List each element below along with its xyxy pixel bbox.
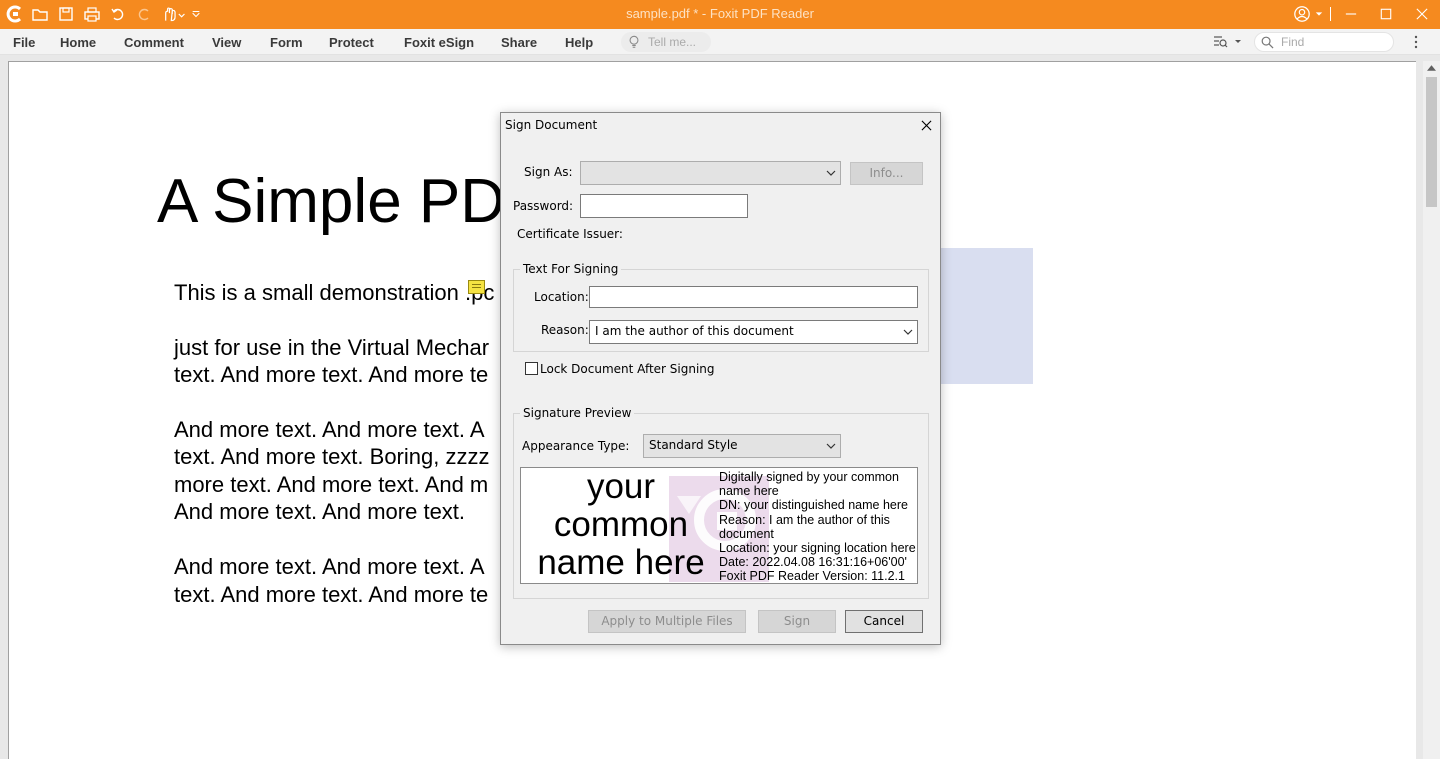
window-title: sample.pdf * - Foxit PDF Reader <box>626 6 814 21</box>
signature-name-line: name here <box>537 543 705 582</box>
menu-file[interactable]: File <box>13 35 35 50</box>
find-placeholder: Find <box>1281 35 1305 49</box>
document-line: And more text. And more text. <box>174 499 466 524</box>
signature-detail-line: DN: your distinguished name here <box>719 498 908 513</box>
appearance-type-label: Appearance Type: <box>522 439 630 453</box>
signature-name-line: your <box>586 467 656 506</box>
chevron-down-icon <box>826 170 836 176</box>
document-line: This is a small demonstration .pc <box>174 280 495 305</box>
signature-detail-line: name here <box>719 484 779 499</box>
maximize-icon[interactable] <box>1374 4 1398 24</box>
tell-me-placeholder: Tell me... <box>648 35 697 49</box>
sign-as-select[interactable] <box>580 161 841 185</box>
sign-as-label: Sign As: <box>524 165 573 179</box>
signature-detail-line: Foxit PDF Reader Version: 11.2.1 <box>719 569 905 584</box>
minimize-icon[interactable] <box>1339 4 1363 24</box>
search-icon <box>1261 36 1274 49</box>
signature-details: Digitally signed by your common name her… <box>719 470 917 584</box>
lock-document-label: Lock Document After Signing <box>540 362 715 376</box>
signature-name-line: common <box>553 505 689 544</box>
vertical-scrollbar[interactable] <box>1423 61 1440 759</box>
dialog-title: Sign Document <box>505 118 598 132</box>
document-title: A Simple PD <box>157 167 506 236</box>
text-for-signing-title: Text For Signing <box>520 262 622 276</box>
menu-protect[interactable]: Protect <box>329 35 374 50</box>
signature-detail-line: Date: 2022.04.08 16:31:16+06'00' <box>719 555 907 570</box>
document-line: And more text. And more text. A <box>174 417 485 442</box>
account-dropdown-icon[interactable] <box>1312 4 1326 24</box>
certificate-issuer-label: Certificate Issuer: <box>517 227 623 241</box>
tell-me-search[interactable]: Tell me... <box>621 32 711 52</box>
document-line: text. And more text. And more te <box>174 362 489 387</box>
menu-help[interactable]: Help <box>565 35 593 50</box>
more-options-icon[interactable] <box>1410 34 1422 50</box>
lightbulb-icon <box>629 35 639 48</box>
highlight-annotation[interactable] <box>941 248 1033 384</box>
lock-document-checkbox[interactable] <box>525 362 538 375</box>
menu-home[interactable]: Home <box>60 35 96 50</box>
document-line: And more text. And more text. A <box>174 554 485 579</box>
signature-detail-line: Location: your signing location here <box>719 541 916 556</box>
info-button[interactable]: Info... <box>850 162 923 185</box>
cancel-button[interactable]: Cancel <box>845 610 923 633</box>
signature-detail-line: document <box>719 526 774 541</box>
apply-multiple-files-button[interactable]: Apply to Multiple Files <box>588 610 746 633</box>
sign-button[interactable]: Sign <box>758 610 836 633</box>
document-line: just for use in the Virtual Mechar <box>174 335 490 360</box>
menu-form[interactable]: Form <box>270 35 303 50</box>
menu-view[interactable]: View <box>212 35 241 50</box>
chevron-down-icon <box>826 443 836 449</box>
dialog-close-icon[interactable] <box>915 115 937 135</box>
chevron-down-icon <box>903 329 913 335</box>
search-options-icon[interactable] <box>1212 33 1244 51</box>
signature-name: your common name here <box>521 468 721 582</box>
signature-preview-box: your common name here Digitally signed b… <box>520 467 918 584</box>
reason-select[interactable]: I am the author of this document <box>589 320 918 344</box>
title-bar: sample.pdf * - Foxit PDF Reader <box>0 0 1440 29</box>
sticky-note-icon[interactable] <box>468 280 485 294</box>
password-label: Password: <box>513 199 574 213</box>
reason-label: Reason: <box>541 323 589 337</box>
document-line: text. And more text. Boring, zzzz <box>174 444 490 469</box>
close-window-icon[interactable] <box>1410 4 1434 24</box>
location-input[interactable] <box>589 286 918 308</box>
menu-comment[interactable]: Comment <box>124 35 184 50</box>
titlebar-divider <box>1326 4 1334 24</box>
scroll-up-icon[interactable] <box>1423 61 1440 75</box>
sign-document-dialog: Sign Document Sign As: Info... Password:… <box>500 112 941 645</box>
signature-preview-title: Signature Preview <box>520 406 635 420</box>
signature-detail-line: Digitally signed by your common <box>719 470 899 484</box>
menu-share[interactable]: Share <box>501 35 537 50</box>
menu-bar: File Home Comment View Form Protect Foxi… <box>0 29 1440 55</box>
scrollbar-thumb[interactable] <box>1426 77 1437 207</box>
account-icon[interactable] <box>1290 4 1314 24</box>
document-line: text. And more text. And more te <box>174 582 489 607</box>
reason-value: I am the author of this document <box>595 324 794 338</box>
signature-detail-line: Reason: I am the author of this <box>719 512 890 527</box>
document-line: more text. And more text. And m <box>174 472 489 497</box>
location-label: Location: <box>534 290 589 304</box>
appearance-type-select[interactable]: Standard Style <box>643 434 841 458</box>
menu-foxit-esign[interactable]: Foxit eSign <box>404 35 474 50</box>
appearance-type-value: Standard Style <box>649 438 738 452</box>
find-input[interactable]: Find <box>1254 32 1394 52</box>
password-input[interactable] <box>580 194 748 218</box>
